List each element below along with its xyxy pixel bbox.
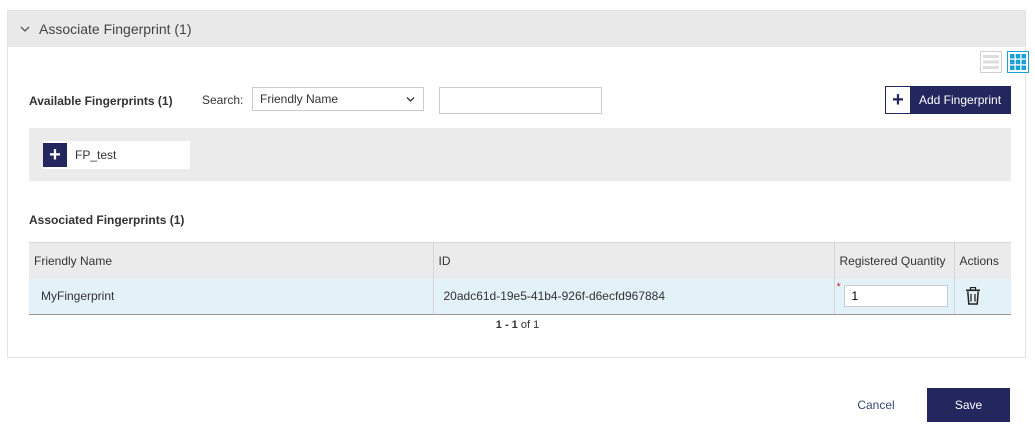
chevron-down-icon <box>406 97 415 102</box>
search-field-selected: Friendly Name <box>260 92 339 106</box>
table-header-row: Friendly Name ID Registered Quantity Act… <box>29 242 1011 279</box>
id-cell: 20adc61d-19e5-41b4-926f-d6ecfd967884 <box>433 278 835 315</box>
column-header-actions: Actions <box>954 242 1011 279</box>
pager-of: of <box>520 319 531 331</box>
column-header-registered-quantity[interactable]: Registered Quantity <box>834 242 955 279</box>
view-toggle <box>980 51 1029 73</box>
trash-icon[interactable] <box>965 287 981 305</box>
actions-cell <box>954 278 1011 315</box>
available-fingerprint-label: FP_test <box>75 148 117 162</box>
available-fingerprints-label: Available Fingerprints (1) <box>29 94 173 108</box>
table-row[interactable]: MyFingerprint 20adc61d-19e5-41b4-926f-d6… <box>29 278 1011 315</box>
add-fingerprint-button[interactable]: + Add Fingerprint <box>885 86 1011 114</box>
friendly-name-cell: MyFingerprint <box>29 278 434 315</box>
save-button[interactable]: Save <box>927 388 1010 422</box>
add-fingerprint-label: Add Fingerprint <box>919 93 1002 107</box>
panel-title: Associate Fingerprint (1) <box>39 21 192 37</box>
associated-fingerprints-table: Friendly Name ID Registered Quantity Act… <box>29 242 1011 315</box>
column-header-id[interactable]: ID <box>433 242 835 279</box>
available-fingerprint-item: + FP_test <box>43 141 190 169</box>
search-input[interactable] <box>439 87 602 114</box>
search-label: Search: <box>202 93 244 107</box>
cancel-button[interactable]: Cancel <box>843 388 909 422</box>
plus-icon: + <box>886 87 910 113</box>
available-fingerprints-toolbar: Available Fingerprints (1) Search: Frien… <box>29 86 1013 116</box>
pager-range: 1 - 1 <box>495 319 518 331</box>
quantity-cell: * <box>834 278 955 315</box>
search-field-select[interactable]: Friendly Name <box>252 87 424 111</box>
pager-total: 1 <box>533 319 540 331</box>
registered-quantity-input[interactable] <box>843 285 948 308</box>
panel-header[interactable]: Associate Fingerprint (1) <box>8 11 1025 47</box>
add-item-plus-icon[interactable]: + <box>43 143 67 167</box>
list-view-icon[interactable] <box>980 51 1002 73</box>
chevron-down-icon[interactable] <box>20 24 30 34</box>
column-header-friendly-name[interactable]: Friendly Name <box>29 242 434 279</box>
associated-fingerprints-label: Associated Fingerprints (1) <box>29 213 185 227</box>
required-marker: * <box>836 281 841 294</box>
available-fingerprints-list: + FP_test <box>29 128 1011 181</box>
grid-view-icon[interactable] <box>1007 51 1029 73</box>
pagination-info: 1 - 1 of 1 <box>0 319 1035 331</box>
